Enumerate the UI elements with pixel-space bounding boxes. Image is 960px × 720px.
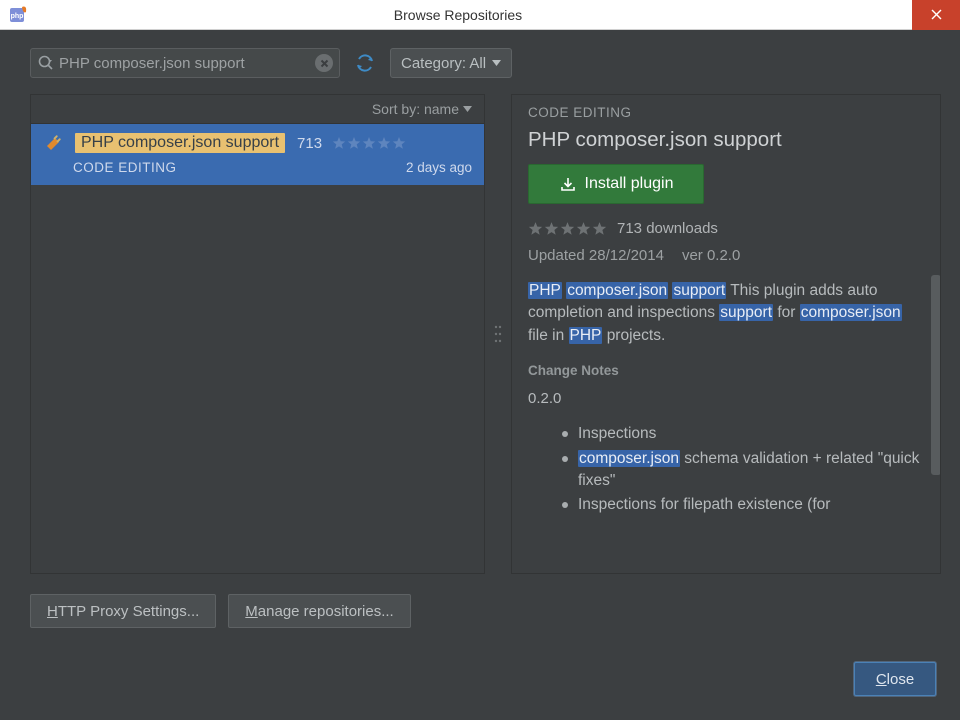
button-label: lose [887,671,915,688]
change-notes-item: composer.json schema validation + relate… [562,448,922,491]
clear-search-button[interactable] [315,54,333,72]
scrollbar[interactable] [931,275,941,475]
mnemonic: H [47,603,58,620]
refresh-button[interactable] [352,50,378,76]
list-item-meta: CODE EDITING 2 days ago [43,160,472,175]
list-item-downloads: 713 [297,135,322,152]
list-item-name: PHP composer.json support [75,133,285,153]
main-area: Sort by: name PHP composer.json suppor [0,88,960,586]
change-notes-list: Inspections composer.json schema validat… [562,423,922,519]
change-notes-heading: Change Notes [528,363,922,378]
change-notes-item: Inspections [562,423,922,445]
sort-dropdown[interactable]: Sort by: name [30,94,485,123]
http-proxy-settings-button[interactable]: HTTP Proxy Settings... [30,594,216,628]
chevron-down-icon [492,60,501,66]
manage-repositories-button[interactable]: Manage repositories... [228,594,410,628]
search-value: PHP composer.json support [59,55,309,72]
details-rating-row: 713 downloads [528,220,922,237]
list-item-category: CODE EDITING [73,160,177,175]
details-updated-row: Updated 28/12/2014 ver 0.2.0 [528,247,922,264]
results-panel: Sort by: name PHP composer.json suppor [30,94,485,574]
highlight: composer.json [578,450,680,467]
mnemonic: C [876,671,887,688]
button-label: TTP Proxy Settings... [58,603,199,620]
change-notes-version: 0.2.0 [528,390,922,407]
results-list: PHP composer.json support 713 CODE EDITI… [30,123,485,574]
list-item-row: PHP composer.json support 713 [43,132,472,154]
search-input[interactable]: PHP composer.json support [30,48,340,78]
bottom-button-row: HTTP Proxy Settings... Manage repositori… [0,586,960,636]
window-close-button[interactable] [912,0,960,30]
download-icon [559,175,577,193]
highlight: composer.json [566,282,668,299]
install-label: Install plugin [585,175,674,193]
desc-text: projects. [607,327,666,344]
search-icon [37,54,55,72]
sort-label: Sort by: name [372,101,459,117]
category-filter[interactable]: Category: All [390,48,512,78]
refresh-icon [354,52,376,74]
details-downloads: 713 downloads [617,220,718,237]
details-version: ver 0.2.0 [682,247,740,264]
list-item-age: 2 days ago [406,160,472,175]
close-icon [931,9,942,20]
details-description: PHP composer.json support This plugin ad… [528,280,922,347]
list-item-rating [332,136,406,150]
details-panel: CODE EDITING PHP composer.json support I… [511,94,941,574]
titlebar: php Browse Repositories [0,0,960,30]
highlight: PHP [569,327,603,344]
details-rating [528,221,607,236]
desc-text: for [777,304,799,321]
details-updated: Updated 28/12/2014 [528,247,664,264]
grip-icon [494,323,502,345]
highlight: PHP [528,282,562,299]
highlight: support [672,282,726,299]
close-button[interactable]: Close [854,662,936,696]
splitter-handle[interactable] [491,94,505,574]
button-label: anage repositories... [258,603,394,620]
mnemonic: M [245,603,258,620]
change-notes-item: Inspections for filepath existence (for [562,494,922,516]
desc-text: file in [528,327,569,344]
highlight: composer.json [800,304,902,321]
toolbar: PHP composer.json support Category: All [0,30,960,88]
window-title: Browse Repositories [4,7,912,23]
plugin-icon [43,132,65,154]
install-plugin-button[interactable]: Install plugin [528,164,704,204]
chevron-down-icon [463,106,472,112]
details-title: PHP composer.json support [528,128,922,152]
details-category: CODE EDITING [528,105,922,120]
dialog-footer: Close [0,636,960,720]
x-icon [320,59,329,68]
category-label: Category: All [401,55,486,72]
dialog-content: PHP composer.json support Category: All … [0,30,960,720]
highlight: support [719,304,773,321]
list-item[interactable]: PHP composer.json support 713 CODE EDITI… [31,124,484,185]
